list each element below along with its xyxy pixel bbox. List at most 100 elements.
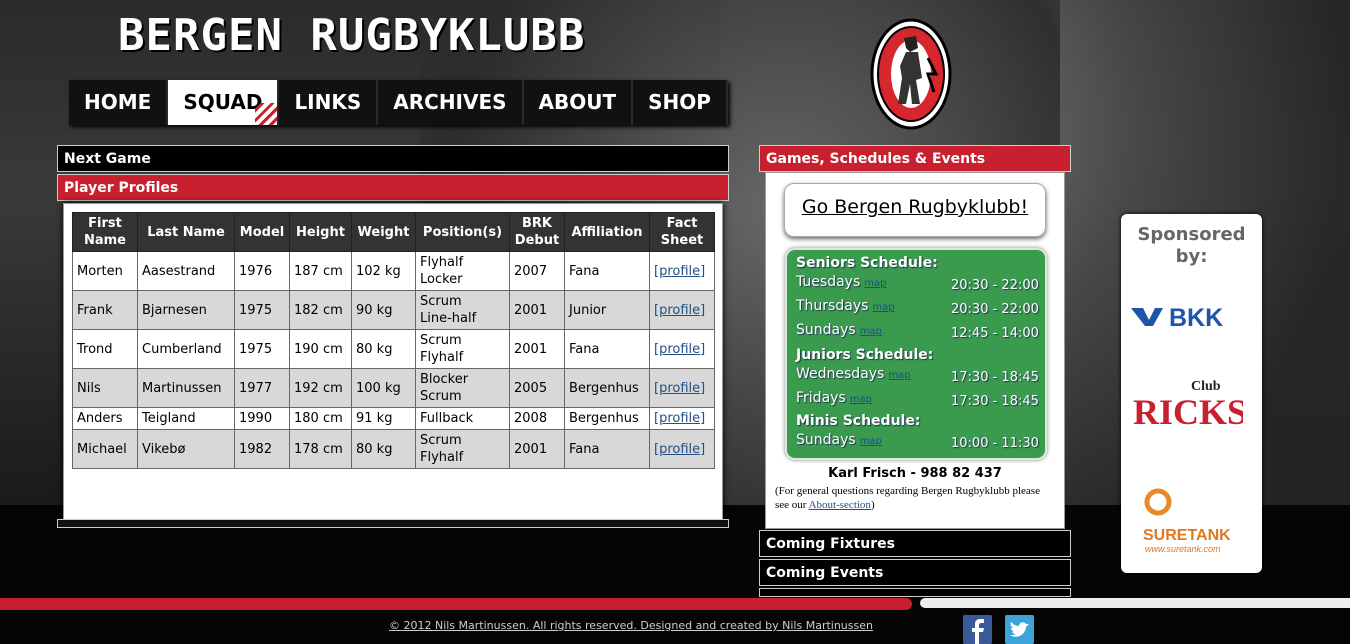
twitter-icon[interactable] — [1005, 615, 1034, 644]
facebook-icon[interactable] — [963, 615, 992, 644]
cell-positions: Scrum Line-half — [415, 290, 510, 330]
schedule-day: Wednesdays map — [796, 366, 911, 382]
coming-fixtures-header[interactable]: Coming Fixtures — [759, 530, 1071, 557]
map-link[interactable]: map — [864, 278, 886, 289]
cell-fact-sheet: [profile] — [649, 368, 715, 408]
map-link[interactable]: map — [860, 326, 882, 337]
cell-brk-debut: 2001 — [509, 429, 565, 469]
nav-links[interactable]: LINKS — [279, 80, 379, 125]
schedule-time: 10:00 - 11:30 — [951, 436, 1039, 451]
about-section-link[interactable]: About-section — [809, 499, 871, 511]
map-link[interactable]: map — [850, 394, 872, 405]
profile-link[interactable]: [profile] — [654, 411, 705, 426]
schedule-day: Fridays map — [796, 390, 872, 406]
cell-first-name: Morten — [72, 251, 138, 291]
schedule-day: Thursdays map — [796, 298, 895, 314]
nav-home[interactable]: HOME — [69, 80, 169, 125]
coming-events-header[interactable]: Coming Events — [759, 559, 1071, 586]
cell-affiliation: Junior — [564, 290, 650, 330]
bkk-logo-icon[interactable]: BKK — [1129, 304, 1255, 329]
games-schedules-header[interactable]: Games, Schedules & Events — [759, 145, 1071, 172]
cell-positions: Blocker Scrum — [415, 368, 510, 408]
schedule-box: Seniors Schedule: Tuesdays map 20:30 - 22… — [785, 248, 1047, 460]
day-label: Tuesdays — [796, 274, 861, 290]
left-panel-footer-bar — [57, 519, 729, 528]
cell-last-name: Vikebø — [137, 429, 235, 469]
player-profiles-header[interactable]: Player Profiles — [57, 174, 729, 201]
schedule-day: Sundays map — [796, 322, 882, 338]
map-link[interactable]: map — [888, 370, 910, 381]
th-first-name: First Name — [72, 212, 138, 252]
cell-positions: Scrum Flyhalf — [415, 429, 510, 469]
cell-model: 1990 — [234, 407, 290, 430]
nav-squad[interactable]: SQUAD — [168, 80, 280, 125]
profile-link[interactable]: [profile] — [654, 303, 705, 318]
table-row: Trond Cumberland 1975 190 cm 80 kg Scrum Flyh… — [72, 329, 715, 369]
contact-info: Karl Frisch - 988 82 437 — [828, 466, 1002, 481]
map-link[interactable]: map — [872, 302, 894, 313]
th-height: Height — [289, 212, 352, 252]
cell-brk-debut: 2007 — [509, 251, 565, 291]
day-label: Sundays — [796, 322, 856, 338]
table-row: Frank Bjarnesen 1975 182 cm 90 kg Scrum Line-… — [72, 290, 715, 330]
seniors-schedule-title: Seniors Schedule: — [796, 255, 938, 271]
cell-first-name: Anders — [72, 407, 138, 430]
map-link[interactable]: map — [860, 436, 882, 447]
cell-weight: 100 kg — [351, 368, 416, 408]
cell-affiliation: Fana — [564, 329, 650, 369]
nav-archives[interactable]: ARCHIVES — [378, 80, 524, 125]
nav-about[interactable]: ABOUT — [524, 80, 634, 125]
schedule-time: 17:30 - 18:45 — [951, 394, 1039, 409]
suretank-url: www.suretank.com — [1145, 544, 1221, 554]
cell-last-name: Teigland — [137, 407, 235, 430]
decorative-white-stripe — [920, 598, 1350, 608]
cell-positions: Flyhalf Locker — [415, 251, 510, 291]
juniors-schedule-title: Juniors Schedule: — [796, 347, 934, 363]
cell-first-name: Frank — [72, 290, 138, 330]
sponsors-panel: Sponsored by: BKK RICKS Club SURETANK ww… — [1121, 214, 1262, 573]
cell-brk-debut: 2008 — [509, 407, 565, 430]
cell-height: 180 cm — [289, 407, 352, 430]
note-text-end: ) — [870, 499, 875, 511]
cell-model: 1982 — [234, 429, 290, 469]
player-table: First Name Last Name Model Height Weight… — [72, 212, 715, 469]
cell-last-name: Bjarnesen — [137, 290, 235, 330]
profile-link[interactable]: [profile] — [654, 381, 705, 396]
day-label: Sundays — [796, 432, 856, 448]
schedule-time: 20:30 - 22:00 — [951, 302, 1039, 317]
decorative-red-stripe — [0, 598, 912, 610]
nav-shop[interactable]: SHOP — [633, 80, 728, 125]
profile-link[interactable]: [profile] — [654, 342, 705, 357]
schedules-panel: Go Bergen Rugbyklubb! Seniors Schedule: … — [765, 172, 1065, 529]
minis-schedule-title: Minis Schedule: — [796, 413, 921, 429]
sponsors-title: Sponsored by: — [1137, 224, 1246, 267]
profile-link[interactable]: [profile] — [654, 442, 705, 457]
ricks-text: RICKS — [1133, 392, 1243, 432]
profile-link[interactable]: [profile] — [654, 264, 705, 279]
cell-height: 192 cm — [289, 368, 352, 408]
suretank-logo-icon[interactable]: SURETANK www.suretank.com — [1133, 486, 1251, 556]
th-model: Model — [234, 212, 290, 252]
schedule-time: 17:30 - 18:45 — [951, 370, 1039, 385]
cell-weight: 91 kg — [351, 407, 416, 430]
table-row: Michael Vikebø 1982 178 cm 80 kg Scrum Flyhal… — [72, 429, 715, 469]
cell-fact-sheet: [profile] — [649, 329, 715, 369]
player-profiles-panel: First Name Last Name Model Height Weight… — [63, 203, 723, 521]
schedule-day: Sundays map — [796, 432, 882, 448]
cell-height: 187 cm — [289, 251, 352, 291]
club-logo-icon[interactable] — [870, 18, 952, 130]
footer-copyright[interactable]: © 2012 Nils Martinussen. All rights rese… — [389, 619, 873, 632]
cell-height: 182 cm — [289, 290, 352, 330]
cell-fact-sheet: [profile] — [649, 251, 715, 291]
cell-first-name: Michael — [72, 429, 138, 469]
ricks-logo-icon[interactable]: RICKS Club — [1133, 376, 1243, 432]
next-game-header[interactable]: Next Game — [57, 145, 729, 172]
table-row: Morten Aasestrand 1976 187 cm 102 kg Flyhalf … — [72, 251, 715, 291]
cell-last-name: Aasestrand — [137, 251, 235, 291]
cell-last-name: Cumberland — [137, 329, 235, 369]
cell-height: 178 cm — [289, 429, 352, 469]
table-row: Anders Teigland 1990 180 cm 91 kg Fullback 200… — [72, 407, 715, 430]
day-label: Wednesdays — [796, 366, 885, 382]
cell-affiliation: Bergenhus — [564, 368, 650, 408]
th-weight: Weight — [351, 212, 416, 252]
